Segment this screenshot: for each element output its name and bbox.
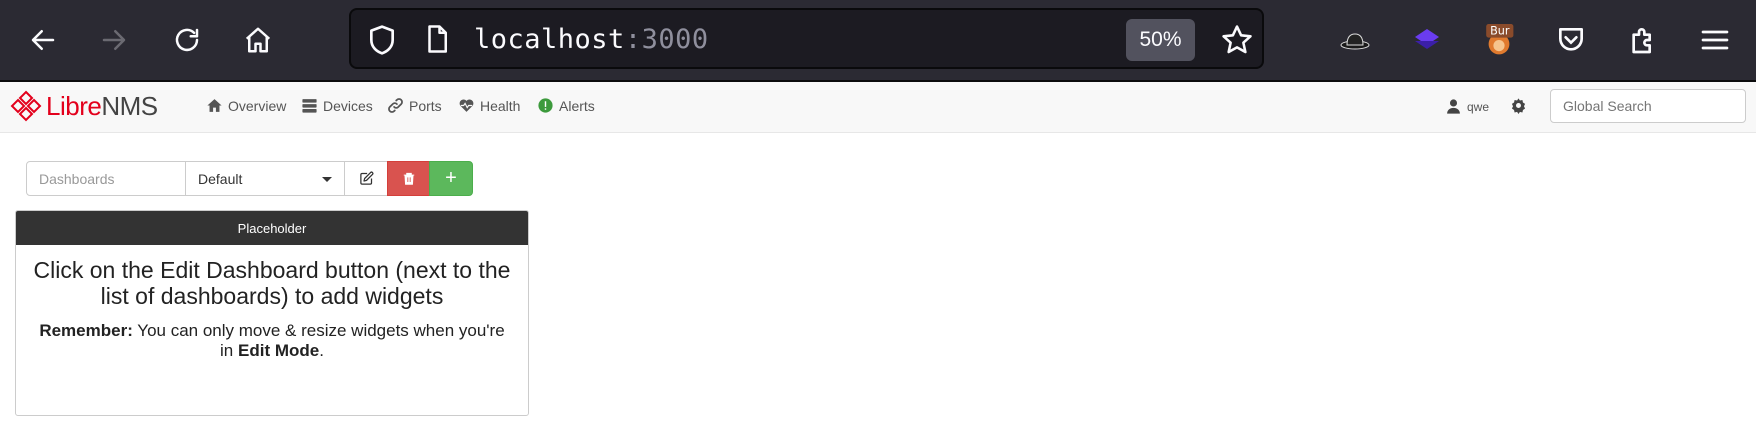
nav-ports[interactable]: Ports	[387, 97, 442, 114]
nav-alerts-label: Alerts	[559, 97, 595, 114]
trash-icon	[403, 172, 414, 185]
delete-dashboard-button[interactable]	[387, 161, 430, 196]
nav-ports-label: Ports	[409, 97, 442, 114]
nav-alerts[interactable]: Alerts	[537, 97, 595, 114]
bookmark-star-icon[interactable]	[1220, 23, 1254, 57]
browser-toolbar: localhost:3000 50% Bur	[0, 0, 1756, 82]
url-host: localhost	[474, 24, 625, 55]
nav-health[interactable]: Health	[458, 97, 520, 114]
edit-mode-text: Edit Mode	[238, 341, 320, 360]
widget-message: Click on the Edit Dashboard button (next…	[33, 257, 511, 309]
dashboard-selected-value: Default	[198, 171, 243, 187]
url-port: :3000	[624, 24, 709, 55]
nav-devices[interactable]: Devices	[301, 97, 373, 114]
shield-icon[interactable]	[366, 24, 398, 56]
username: qwe	[1467, 99, 1490, 114]
layers-extension-icon[interactable]	[1405, 18, 1449, 62]
home-icon	[245, 27, 271, 53]
caret-down-icon	[322, 177, 332, 182]
settings-menu[interactable]	[1510, 97, 1527, 114]
reload-icon	[175, 28, 199, 52]
url-text[interactable]: localhost:3000	[474, 24, 709, 55]
home-icon	[207, 99, 222, 112]
gear-icon	[1511, 98, 1526, 114]
pocket-icon[interactable]	[1549, 18, 1593, 62]
dashboard-select[interactable]: Default	[185, 161, 345, 196]
user-icon	[1447, 99, 1460, 114]
placeholder-widget: Placeholder Click on the Edit Dashboard …	[15, 210, 529, 416]
edit-dashboard-button[interactable]	[344, 161, 388, 196]
link-icon	[388, 98, 403, 113]
logo-icon	[10, 90, 42, 122]
dashboards-label: Dashboards	[26, 161, 186, 196]
global-search-input[interactable]	[1550, 89, 1746, 123]
forward-button[interactable]	[92, 18, 136, 62]
page-icon[interactable]	[422, 23, 452, 55]
back-button[interactable]	[21, 18, 65, 62]
burp-extension-icon[interactable]: Bur	[1477, 18, 1521, 62]
hamburger-menu-icon[interactable]	[1693, 18, 1737, 62]
remember-period: .	[319, 341, 324, 360]
nav-health-label: Health	[480, 97, 521, 114]
url-bar[interactable]: localhost:3000 50%	[349, 8, 1264, 69]
remember-label: Remember:	[39, 321, 133, 340]
nav-overview[interactable]: Overview	[206, 97, 286, 114]
brand-suffix: NMS	[101, 90, 158, 121]
arrow-right-icon	[102, 30, 126, 50]
svg-text:Bur: Bur	[1490, 24, 1510, 37]
widget-remember-note: Remember: You can only move & resize wid…	[16, 321, 528, 361]
exclamation-circle-icon	[538, 98, 553, 113]
nav-overview-label: Overview	[228, 97, 287, 114]
widget-title[interactable]: Placeholder	[16, 211, 528, 245]
librenms-logo[interactable]: LibreNMS	[10, 90, 158, 122]
app-navbar: LibreNMS Overview Devices Ports Health A…	[0, 82, 1756, 133]
reload-button[interactable]	[165, 18, 209, 62]
add-dashboard-button[interactable]: +	[429, 161, 473, 196]
edit-icon	[359, 171, 373, 185]
extensions-puzzle-icon[interactable]	[1621, 18, 1665, 62]
hat-extension-icon[interactable]	[1333, 18, 1377, 62]
brand-name: LibreNMS	[46, 91, 158, 122]
heartbeat-icon	[459, 99, 474, 112]
nav-devices-label: Devices	[323, 97, 373, 114]
zoom-indicator[interactable]: 50%	[1126, 19, 1195, 61]
arrow-left-icon	[31, 30, 55, 50]
server-icon	[302, 99, 317, 113]
home-button[interactable]	[236, 18, 280, 62]
user-menu[interactable]: qwe	[1445, 98, 1489, 115]
brand-prefix: Libre	[46, 90, 102, 121]
